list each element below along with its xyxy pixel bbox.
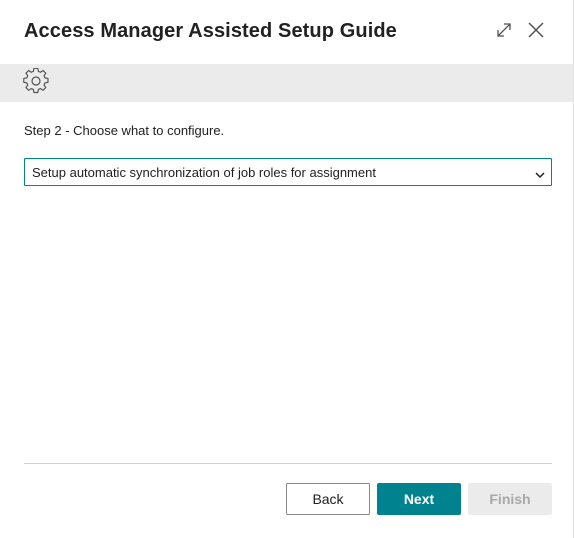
- chevron-down-icon: [534, 167, 546, 179]
- expand-icon: [495, 21, 513, 44]
- settings-button[interactable]: [22, 67, 50, 99]
- back-button[interactable]: Back: [286, 483, 370, 515]
- select-value: Setup automatic synchronization of job r…: [32, 165, 376, 180]
- configure-option-select[interactable]: Setup automatic synchronization of job r…: [24, 158, 552, 186]
- setup-guide-dialog: Access Manager Assisted Setup Guide Step…: [0, 0, 574, 538]
- dialog-title: Access Manager Assisted Setup Guide: [24, 20, 397, 42]
- close-icon: [527, 21, 545, 44]
- close-button[interactable]: [524, 20, 548, 44]
- expand-button[interactable]: [492, 20, 516, 44]
- next-button[interactable]: Next: [377, 483, 461, 515]
- footer-divider: [24, 463, 552, 464]
- dialog-header: Access Manager Assisted Setup Guide: [0, 0, 573, 64]
- step-label: Step 2 - Choose what to configure.: [24, 123, 225, 138]
- finish-button: Finish: [468, 483, 552, 515]
- gear-icon: [23, 67, 49, 99]
- action-bar: [0, 64, 573, 102]
